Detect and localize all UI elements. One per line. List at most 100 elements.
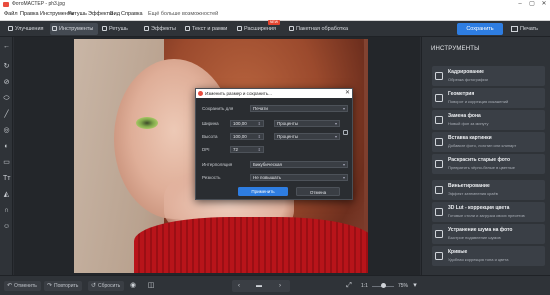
tool-title: Устранение шума на фото xyxy=(448,227,513,233)
text-icon[interactable]: Tт xyxy=(3,175,10,182)
chevron-left-icon[interactable]: ‹ xyxy=(238,280,240,292)
width-label: Ширина xyxy=(202,121,219,126)
lock-proportions-icon[interactable] xyxy=(343,130,348,135)
tab-label: Текст и рамки xyxy=(192,26,228,32)
geometry-icon[interactable]: ⊘ xyxy=(3,79,10,86)
save-for-value: Печати xyxy=(253,106,268,111)
undo-label: Отменить xyxy=(14,283,37,289)
height-unit-select[interactable]: Проценты ▾ xyxy=(274,133,340,140)
stamp-icon[interactable]: ⬭ xyxy=(3,95,10,102)
stepper-icon[interactable]: ⇕ xyxy=(258,147,261,152)
tool-geometry[interactable]: Геометрия Поворот и коррекция искажений xyxy=(432,88,545,108)
tab-effects[interactable]: Эффекты xyxy=(142,23,176,35)
gallery-icon[interactable]: ▬ xyxy=(256,280,262,292)
menu-view[interactable]: Вид xyxy=(110,8,120,21)
brush-icon[interactable]: ╱ xyxy=(3,111,10,118)
menu-file[interactable]: Файл xyxy=(4,8,18,21)
maximize-button[interactable]: ▢ xyxy=(526,0,538,8)
minimize-button[interactable]: – xyxy=(514,0,526,8)
compare-icon[interactable]: ◫ xyxy=(146,281,156,291)
face-icon[interactable]: ☺ xyxy=(3,223,10,230)
save-for-label: Сохранить для xyxy=(202,106,234,111)
tools-panel: ИНСТРУМЕНТЫ Кадрирование Обрезка фотогра… xyxy=(421,37,550,275)
geometry-icon xyxy=(435,94,443,102)
tool-colorize[interactable]: Раскрасить старые фото Превратить чёрно-… xyxy=(432,154,545,174)
magnet-icon[interactable]: ∩ xyxy=(3,207,10,214)
eye-icon[interactable]: ◉ xyxy=(128,281,138,291)
chevron-down-icon[interactable]: ▾ xyxy=(410,281,420,291)
zoom-value: 75% xyxy=(398,283,409,289)
tab-tools[interactable]: Инструменты xyxy=(50,23,99,35)
tab-improvements[interactable]: Улучшения xyxy=(6,23,44,35)
lut-icon xyxy=(435,208,443,216)
save-for-select[interactable]: Печати ▾ xyxy=(250,105,348,112)
extensions-icon xyxy=(237,26,242,31)
chevron-right-icon[interactable]: › xyxy=(279,280,281,292)
height-unit-value: Проценты xyxy=(277,134,299,139)
tool-background-replace[interactable]: Замена фона Новый фон за минуту xyxy=(432,110,545,130)
contrast-icon[interactable]: ◐ xyxy=(3,143,10,150)
target-icon[interactable]: ◎ xyxy=(3,127,10,134)
arrow-left-icon[interactable]: ← xyxy=(3,43,10,50)
tab-text-frames[interactable]: Текст и рамки xyxy=(183,23,227,35)
menu-more-features[interactable]: Ещё больше возможностей xyxy=(148,8,218,21)
app-window: ФотоМАСТЕР - ph3.jpg – ▢ ✕ Файл Правка И… xyxy=(0,0,550,295)
tool-crop[interactable]: Кадрирование Обрезка фотографии xyxy=(432,66,545,86)
height-input[interactable]: 100,00 ⇕ xyxy=(230,133,264,140)
tab-extensions[interactable]: Расширения NEW xyxy=(235,20,280,35)
gradient-icon[interactable]: ◭ xyxy=(3,191,10,198)
tool-subtitle: Готовые стили и загрузка своих пресетов xyxy=(448,213,525,218)
scale-label[interactable]: 1:1 xyxy=(361,281,368,291)
sharpness-select[interactable]: Не повышать ▾ xyxy=(250,174,348,181)
redo-button[interactable]: ↷ Повторить xyxy=(44,281,83,291)
chevron-down-icon: ▾ xyxy=(334,121,337,126)
reset-icon: ↺ xyxy=(91,283,97,289)
new-badge: NEW xyxy=(267,20,280,25)
redo-icon: ↷ xyxy=(47,283,53,289)
interpolation-value: Бикубическая xyxy=(253,162,282,167)
tab-batch-processing[interactable]: Пакетная обработка xyxy=(287,23,348,35)
close-window-button[interactable]: ✕ xyxy=(538,0,550,8)
rotate-icon[interactable]: ↻ xyxy=(3,63,10,70)
fit-screen-icon[interactable]: ⤢ xyxy=(344,281,354,291)
tool-title: Кадрирование xyxy=(448,69,484,75)
cancel-button[interactable]: Отмена xyxy=(296,187,340,196)
width-input[interactable]: 100,00 ⇕ xyxy=(230,120,264,127)
print-button[interactable]: Печать xyxy=(510,23,546,35)
dialog-header: Изменить размер и сохранить... ✕ xyxy=(196,89,352,98)
frame-icon[interactable]: ▭ xyxy=(3,159,10,166)
tool-curves[interactable]: Кривые Удобная коррекция тона и цвета xyxy=(432,246,545,266)
tool-insert-image[interactable]: Вставка картинки Добавьте фото, логотип … xyxy=(432,132,545,152)
menu-help[interactable]: Справка xyxy=(121,8,143,21)
tool-subtitle: Обрезка фотографии xyxy=(448,77,488,82)
apply-button[interactable]: Применить xyxy=(238,187,288,196)
menu-edit[interactable]: Правка xyxy=(20,8,39,21)
tool-denoise[interactable]: Устранение шума на фото Быстрое подавлен… xyxy=(432,224,545,244)
reset-button[interactable]: ↺ Сбросить xyxy=(88,281,125,291)
chevron-down-icon: ▾ xyxy=(342,162,345,167)
tool-3d-lut[interactable]: 3D Lut - коррекция цвета Готовые стили и… xyxy=(432,202,545,222)
stepper-icon[interactable]: ⇕ xyxy=(258,134,261,139)
undo-button[interactable]: ↶ Отменить xyxy=(4,281,41,291)
dpi-label: DPI xyxy=(202,147,210,152)
stepper-icon[interactable]: ⇕ xyxy=(258,121,261,126)
width-unit-select[interactable]: Проценты ▾ xyxy=(274,120,340,127)
crop-icon xyxy=(435,72,443,80)
tab-label: Расширения xyxy=(244,26,276,32)
tab-retouch[interactable]: Ретушь xyxy=(100,23,128,35)
tool-title: 3D Lut - коррекция цвета xyxy=(448,205,510,211)
tool-subtitle: Удобная коррекция тона и цвета xyxy=(448,257,509,262)
dialog-close-icon[interactable]: ✕ xyxy=(345,89,350,98)
save-button[interactable]: Сохранить xyxy=(457,23,503,35)
menu-retouch[interactable]: Ретушь xyxy=(68,8,87,21)
tool-subtitle: Эффект затемнения краёв xyxy=(448,191,498,196)
tool-title: Раскрасить старые фото xyxy=(448,157,511,163)
interpolation-select[interactable]: Бикубическая ▾ xyxy=(250,161,348,168)
title-bar: ФотоМАСТЕР - ph3.jpg – ▢ ✕ xyxy=(0,0,550,8)
tool-vignette[interactable]: Виньетирование Эффект затемнения краёв xyxy=(432,180,545,200)
dpi-input[interactable]: 72 ⇕ xyxy=(230,146,264,153)
chevron-down-icon: ▾ xyxy=(342,106,345,111)
tab-label: Ретушь xyxy=(109,26,128,32)
zoom-slider-handle[interactable] xyxy=(380,283,386,288)
window-title: ФотоМАСТЕР - ph3.jpg xyxy=(12,1,65,7)
